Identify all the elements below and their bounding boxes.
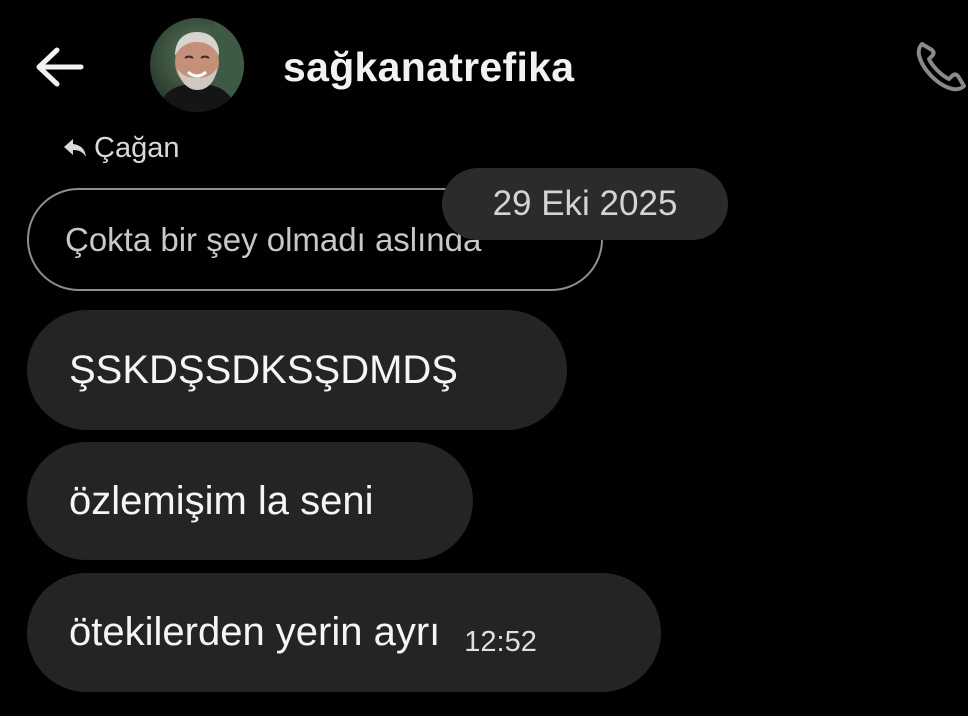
phone-icon <box>916 42 966 92</box>
avatar-photo <box>150 18 244 112</box>
message-text: özlemişim la seni <box>69 478 374 523</box>
call-button[interactable] <box>912 36 968 96</box>
message-bubble[interactable]: ŞSKDŞSDKSŞDMDŞ <box>27 310 567 430</box>
dm-conversation-screen: sağkanatrefika Çağan Çokta bir şey olmad… <box>0 0 968 716</box>
message-bubble[interactable]: özlemişim la seni <box>27 442 473 560</box>
arrow-left-icon <box>36 47 84 87</box>
avatar[interactable] <box>150 18 244 112</box>
message-text: ŞSKDŞSDKSŞDMDŞ <box>69 347 458 392</box>
reply-arrow-icon <box>64 139 86 157</box>
message-bubble[interactable]: ötekilerden yerin ayrı 12:52 <box>27 573 661 692</box>
back-button[interactable] <box>30 40 88 94</box>
replied-to-name: Çağan <box>94 131 180 164</box>
quoted-message-text: Çokta bir şey olmadı aslında <box>65 220 482 258</box>
message-timestamp: 12:52 <box>464 626 537 658</box>
date-separator: 29 Eki 2025 <box>442 168 728 240</box>
chat-username[interactable]: sağkanatrefika <box>283 40 574 94</box>
reply-context-label: Çağan <box>62 128 179 168</box>
message-text: ötekilerden yerin ayrı <box>69 610 441 654</box>
